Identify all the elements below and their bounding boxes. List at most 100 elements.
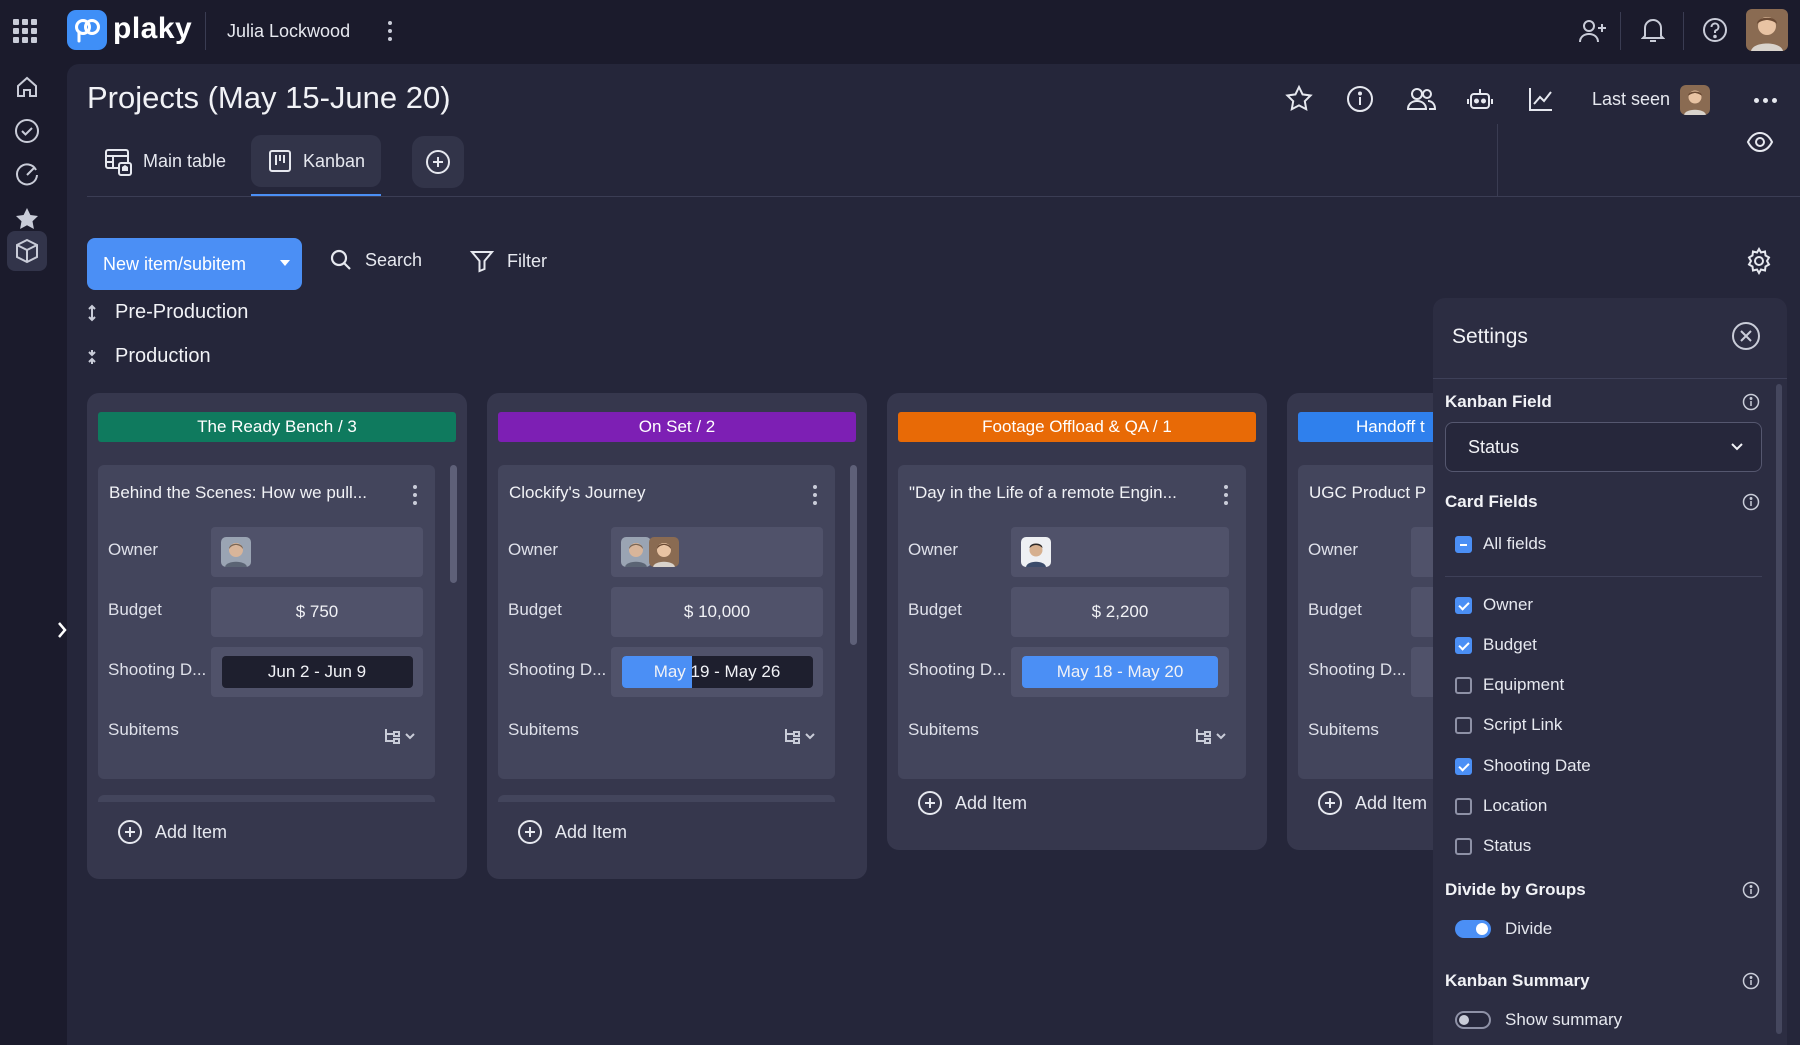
all-fields-checkbox[interactable]: All fields bbox=[1455, 534, 1546, 554]
add-view-button[interactable] bbox=[412, 136, 464, 188]
search-button[interactable]: Search bbox=[329, 248, 422, 272]
recent-activity-icon[interactable] bbox=[14, 162, 40, 188]
shooting-date-field[interactable]: May 18 - May 20 bbox=[1011, 647, 1229, 697]
tabs-separator bbox=[87, 196, 1800, 197]
show-summary-toggle[interactable]: Show summary bbox=[1455, 1010, 1622, 1030]
field-checkbox-script-link[interactable]: Script Link bbox=[1455, 715, 1562, 735]
shooting-date-field[interactable]: Jun 2 - Jun 9 bbox=[211, 647, 423, 697]
tab-main-table[interactable]: Main table bbox=[87, 135, 242, 187]
budget-field[interactable]: $ 750 bbox=[211, 587, 423, 637]
field-label-subitems: Subitems bbox=[508, 720, 579, 739]
divider bbox=[1683, 12, 1684, 50]
automations-robot-icon[interactable] bbox=[1465, 84, 1495, 114]
workspace-box-icon[interactable] bbox=[14, 238, 40, 264]
info-icon[interactable] bbox=[1742, 393, 1760, 411]
dashboard-chart-icon[interactable] bbox=[1526, 84, 1556, 114]
kanban-card[interactable]: "Day in the Life of a remote Engin... Ow… bbox=[898, 465, 1246, 779]
column-header[interactable]: The Ready Bench / 3 bbox=[98, 412, 456, 442]
kanban-icon bbox=[267, 148, 293, 174]
card-menu-icon[interactable] bbox=[1224, 485, 1228, 505]
toggle-switch-on bbox=[1455, 920, 1491, 938]
checkbox-unchecked bbox=[1455, 676, 1472, 694]
kanban-card[interactable]: Behind the Scenes: How we pull... Owner … bbox=[98, 465, 435, 779]
kanban-field-select[interactable]: Status bbox=[1445, 422, 1762, 472]
owner-avatar bbox=[221, 537, 251, 567]
divider bbox=[1445, 576, 1762, 577]
info-icon[interactable] bbox=[1742, 972, 1760, 990]
column-scrollbar[interactable] bbox=[850, 465, 857, 645]
expand-group-icon bbox=[88, 304, 96, 321]
tab-main-table-label: Main table bbox=[143, 150, 227, 171]
settings-title: Settings bbox=[1452, 325, 1528, 348]
divide-toggle[interactable]: Divide bbox=[1455, 919, 1552, 939]
column-header[interactable]: Footage Offload & QA / 1 bbox=[898, 412, 1256, 442]
favorites-star-icon[interactable] bbox=[14, 206, 40, 232]
last-seen-avatar[interactable] bbox=[1680, 85, 1710, 115]
top-bar: plaky Julia Lockwood bbox=[0, 0, 1800, 64]
new-item-button[interactable]: New item/subitem bbox=[87, 238, 302, 290]
card-menu-icon[interactable] bbox=[813, 485, 817, 505]
field-label-shooting-date: Shooting D... bbox=[908, 660, 1007, 679]
group-production[interactable]: Production bbox=[87, 345, 211, 368]
column-scrollbar[interactable] bbox=[450, 465, 457, 583]
invite-user-icon[interactable] bbox=[1578, 18, 1608, 44]
kanban-settings-gear-icon[interactable] bbox=[1745, 247, 1775, 277]
field-label-owner: Owner bbox=[108, 540, 159, 559]
kanban-column: On Set / 2 Clockify's Journey Owner Budg… bbox=[487, 393, 867, 879]
field-checkbox-status[interactable]: Status bbox=[1455, 836, 1531, 856]
checkbox-label: Script Link bbox=[1483, 715, 1563, 734]
field-checkbox-location[interactable]: Location bbox=[1455, 796, 1547, 816]
subitems-toggle-icon[interactable] bbox=[1194, 727, 1226, 745]
add-item-button[interactable]: Add Item bbox=[917, 790, 1027, 816]
field-checkbox-equipment[interactable]: Equipment bbox=[1455, 675, 1564, 695]
workspace-menu-icon[interactable] bbox=[388, 21, 392, 41]
field-checkbox-owner[interactable]: Owner bbox=[1455, 595, 1533, 615]
card-title[interactable]: Clockify's Journey bbox=[509, 483, 779, 503]
favorite-star-icon[interactable] bbox=[1284, 84, 1314, 114]
tab-kanban[interactable]: Kanban bbox=[251, 135, 382, 187]
board-info-icon[interactable] bbox=[1345, 84, 1375, 114]
add-item-button[interactable]: Add Item bbox=[517, 819, 627, 845]
add-item-button[interactable]: Add Item bbox=[1317, 790, 1427, 816]
visibility-eye-icon[interactable] bbox=[1745, 127, 1775, 157]
search-label: Search bbox=[365, 249, 423, 270]
info-icon[interactable] bbox=[1742, 881, 1760, 899]
last-seen-label[interactable]: Last seen bbox=[1592, 89, 1670, 110]
card-title[interactable]: "Day in the Life of a remote Engin... bbox=[909, 483, 1179, 503]
checkbox-unchecked bbox=[1455, 837, 1472, 855]
app-grid-icon[interactable] bbox=[13, 19, 37, 43]
owner-field[interactable] bbox=[211, 527, 423, 577]
notifications-bell-icon[interactable] bbox=[1641, 16, 1665, 44]
help-icon[interactable] bbox=[1702, 17, 1728, 43]
field-checkbox-shooting-date[interactable]: Shooting Date bbox=[1455, 756, 1591, 776]
subitems-toggle-icon[interactable] bbox=[783, 727, 815, 745]
owner-avatar bbox=[1021, 537, 1051, 567]
budget-field[interactable]: $ 2,200 bbox=[1011, 587, 1229, 637]
card-menu-icon[interactable] bbox=[413, 485, 417, 505]
filter-button[interactable]: Filter bbox=[469, 248, 547, 274]
owner-field[interactable] bbox=[611, 527, 823, 577]
filter-label: Filter bbox=[507, 250, 547, 271]
info-icon[interactable] bbox=[1742, 493, 1760, 511]
add-item-button[interactable]: Add Item bbox=[117, 819, 227, 845]
owner-field[interactable] bbox=[1011, 527, 1229, 577]
group-pre-production[interactable]: Pre-Production bbox=[87, 301, 248, 324]
my-work-check-icon[interactable] bbox=[14, 118, 40, 144]
field-checkbox-budget[interactable]: Budget bbox=[1455, 635, 1537, 655]
user-avatar[interactable] bbox=[1746, 9, 1788, 51]
settings-scrollbar[interactable] bbox=[1776, 384, 1782, 1034]
budget-field[interactable]: $ 10,000 bbox=[611, 587, 823, 637]
column-header[interactable]: On Set / 2 bbox=[498, 412, 856, 442]
home-icon[interactable] bbox=[14, 74, 40, 100]
toggle-switch-off bbox=[1455, 1011, 1491, 1029]
close-settings-icon[interactable] bbox=[1730, 320, 1762, 352]
card-title[interactable]: Behind the Scenes: How we pull... bbox=[109, 483, 379, 503]
new-item-dropdown-icon[interactable] bbox=[280, 260, 290, 266]
shooting-date-field[interactable]: May 19 - May 26 bbox=[611, 647, 823, 697]
board-members-icon[interactable] bbox=[1405, 84, 1437, 114]
workspace-name[interactable]: Julia Lockwood bbox=[227, 19, 350, 43]
subitems-toggle-icon[interactable] bbox=[383, 727, 415, 745]
board-more-icon[interactable] bbox=[1754, 98, 1777, 103]
plaky-logo-icon[interactable] bbox=[67, 10, 107, 50]
kanban-card[interactable]: Clockify's Journey Owner Budget $ 10,000… bbox=[498, 465, 835, 779]
